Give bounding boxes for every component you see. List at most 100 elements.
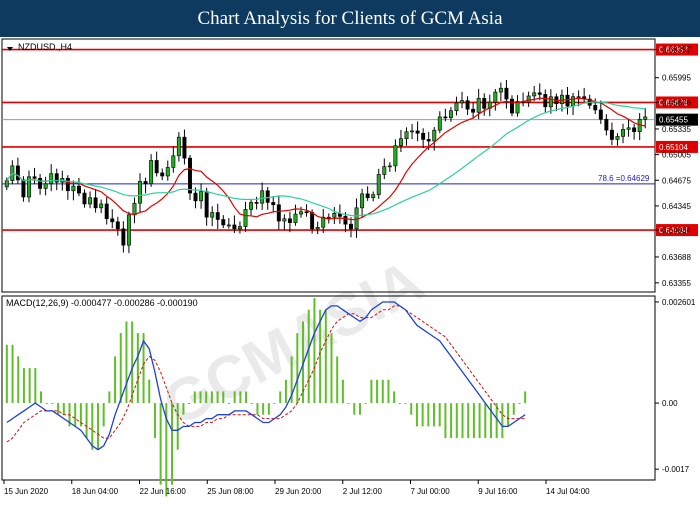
macd-histogram-bar — [336, 356, 339, 404]
macd-histogram-bar — [450, 403, 453, 439]
macd-histogram-bar — [478, 403, 481, 439]
macd-histogram-bar — [376, 379, 379, 404]
price-tick-label: 0.65676 — [662, 98, 691, 107]
macd-histogram-bar — [438, 403, 441, 427]
macd-histogram-bar — [347, 403, 350, 405]
time-tick-label: 29 Jun 20:00 — [275, 487, 322, 496]
macd-histogram-bar — [330, 333, 333, 404]
macd-histogram-bar — [5, 344, 8, 404]
macd-histogram-bar — [239, 391, 242, 404]
macd-histogram-bar — [40, 391, 43, 404]
macd-histogram-bar — [45, 403, 48, 405]
candlestick — [188, 155, 192, 200]
time-tick-label: 25 Jun 08:00 — [207, 487, 254, 496]
macd-label: MACD(12,26,9) -0.000477 -0.000286 -0.000… — [6, 298, 198, 308]
macd-histogram-bar — [489, 403, 492, 439]
time-tick-label: 2 Jul 12:00 — [343, 487, 383, 496]
macd-histogram-bar — [102, 403, 105, 427]
macd-histogram-bar — [245, 391, 248, 404]
trading-chart[interactable]: GCMASIA 0.663570.656760.651040.640340.65… — [0, 37, 700, 500]
macd-histogram-bar — [57, 403, 60, 415]
macd-histogram-bar — [256, 403, 259, 415]
macd-histogram-bar — [262, 403, 265, 415]
symbol-label: NZDUSD.,H4 — [18, 42, 72, 52]
macd-histogram-bar — [136, 333, 139, 404]
macd-histogram-bar — [96, 403, 99, 450]
macd-histogram-bar — [279, 391, 282, 404]
macd-histogram-bar — [472, 403, 475, 439]
macd-histogram-bar — [267, 403, 270, 415]
macd-tick-label: -0.0017 — [662, 465, 690, 474]
macd-histogram-bar — [182, 403, 185, 415]
macd-histogram-bar — [507, 403, 510, 427]
macd-histogram-bar — [518, 403, 521, 405]
macd-histogram-bar — [74, 403, 77, 427]
macd-histogram-bar — [205, 391, 208, 404]
macd-histogram-bar — [22, 368, 25, 404]
macd-histogram-bar — [353, 403, 356, 415]
macd-histogram-bar — [153, 403, 156, 439]
macd-histogram-bar — [501, 403, 504, 439]
macd-tick-label: 0.00 — [662, 399, 678, 408]
macd-histogram-bar — [444, 403, 447, 439]
price-panel-frame — [1, 38, 656, 293]
macd-histogram-bar — [393, 391, 396, 404]
time-tick-label: 9 Jul 16:00 — [478, 487, 518, 496]
macd-histogram-bar — [341, 379, 344, 404]
macd-histogram-bar — [193, 391, 196, 404]
macd-histogram-bar — [85, 403, 88, 439]
macd-histogram-bar — [421, 403, 424, 427]
chart-title: Chart Analysis for Clients of GCM Asia — [197, 7, 503, 29]
macd-histogram-bar — [524, 391, 527, 404]
chart-area: GCMASIA 0.66357 0.65676 0.65104 0.64034 0.65… — [0, 37, 700, 500]
macd-histogram-bar — [250, 403, 253, 405]
price-tick-label: 0.66357 — [662, 46, 691, 55]
chart-title-banner: Chart Analysis for Clients of GCM Asia — [0, 0, 700, 37]
macd-histogram-bar — [159, 403, 162, 485]
price-tick-label: 0.64675 — [662, 176, 691, 185]
macd-histogram-bar — [461, 403, 464, 439]
macd-tick-label: 0.002601 — [662, 298, 696, 307]
price-tick-label: 0.65005 — [662, 151, 691, 160]
macd-histogram-bar — [467, 403, 470, 439]
macd-histogram-bar — [381, 379, 384, 404]
macd-histogram-bar — [171, 403, 174, 485]
macd-histogram-bar — [410, 403, 413, 415]
macd-histogram-bar — [28, 368, 31, 404]
price-tick-label: 0.64034 — [662, 226, 691, 235]
current-price-label: 0.65455 — [659, 116, 688, 125]
macd-histogram-bar — [296, 333, 299, 404]
price-tick-label: 0.64345 — [662, 202, 691, 211]
macd-histogram-bar — [324, 309, 327, 404]
macd-histogram-bar — [216, 391, 219, 404]
price-tick-label: 0.65995 — [662, 74, 691, 83]
macd-histogram-bar — [455, 403, 458, 439]
macd-histogram-bar — [131, 321, 134, 404]
macd-histogram-bar — [307, 309, 310, 404]
macd-histogram-bar — [227, 403, 230, 405]
macd-histogram-bar — [233, 391, 236, 404]
macd-histogram-bar — [284, 379, 287, 404]
time-tick-label: 15 Jun 2020 — [4, 487, 49, 496]
time-tick-label: 7 Jul 00:00 — [411, 487, 451, 496]
macd-histogram-bar — [370, 379, 373, 404]
macd-histogram-bar — [34, 368, 37, 404]
macd-histogram-bar — [415, 403, 418, 427]
macd-histogram-bar — [427, 403, 430, 427]
macd-histogram-bar — [313, 298, 316, 404]
macd-histogram-bar — [358, 403, 361, 415]
macd-histogram-bar — [114, 356, 117, 404]
time-tick-label: 22 Jun 16:00 — [140, 487, 187, 496]
macd-histogram-bar — [119, 333, 122, 404]
macd-histogram-bar — [188, 403, 191, 405]
macd-histogram-bar — [433, 403, 436, 427]
macd-histogram-bar — [125, 321, 128, 404]
macd-histogram-bar — [148, 379, 151, 404]
macd-histogram-bar — [273, 403, 276, 405]
fibonacci-label: 78.6 =0.64629 — [598, 174, 650, 183]
macd-histogram-bar — [484, 403, 487, 439]
price-tick-label: 0.63355 — [662, 279, 691, 288]
macd-histogram-bar — [398, 403, 401, 405]
macd-histogram-bar — [62, 403, 65, 415]
macd-histogram-bar — [364, 403, 367, 405]
